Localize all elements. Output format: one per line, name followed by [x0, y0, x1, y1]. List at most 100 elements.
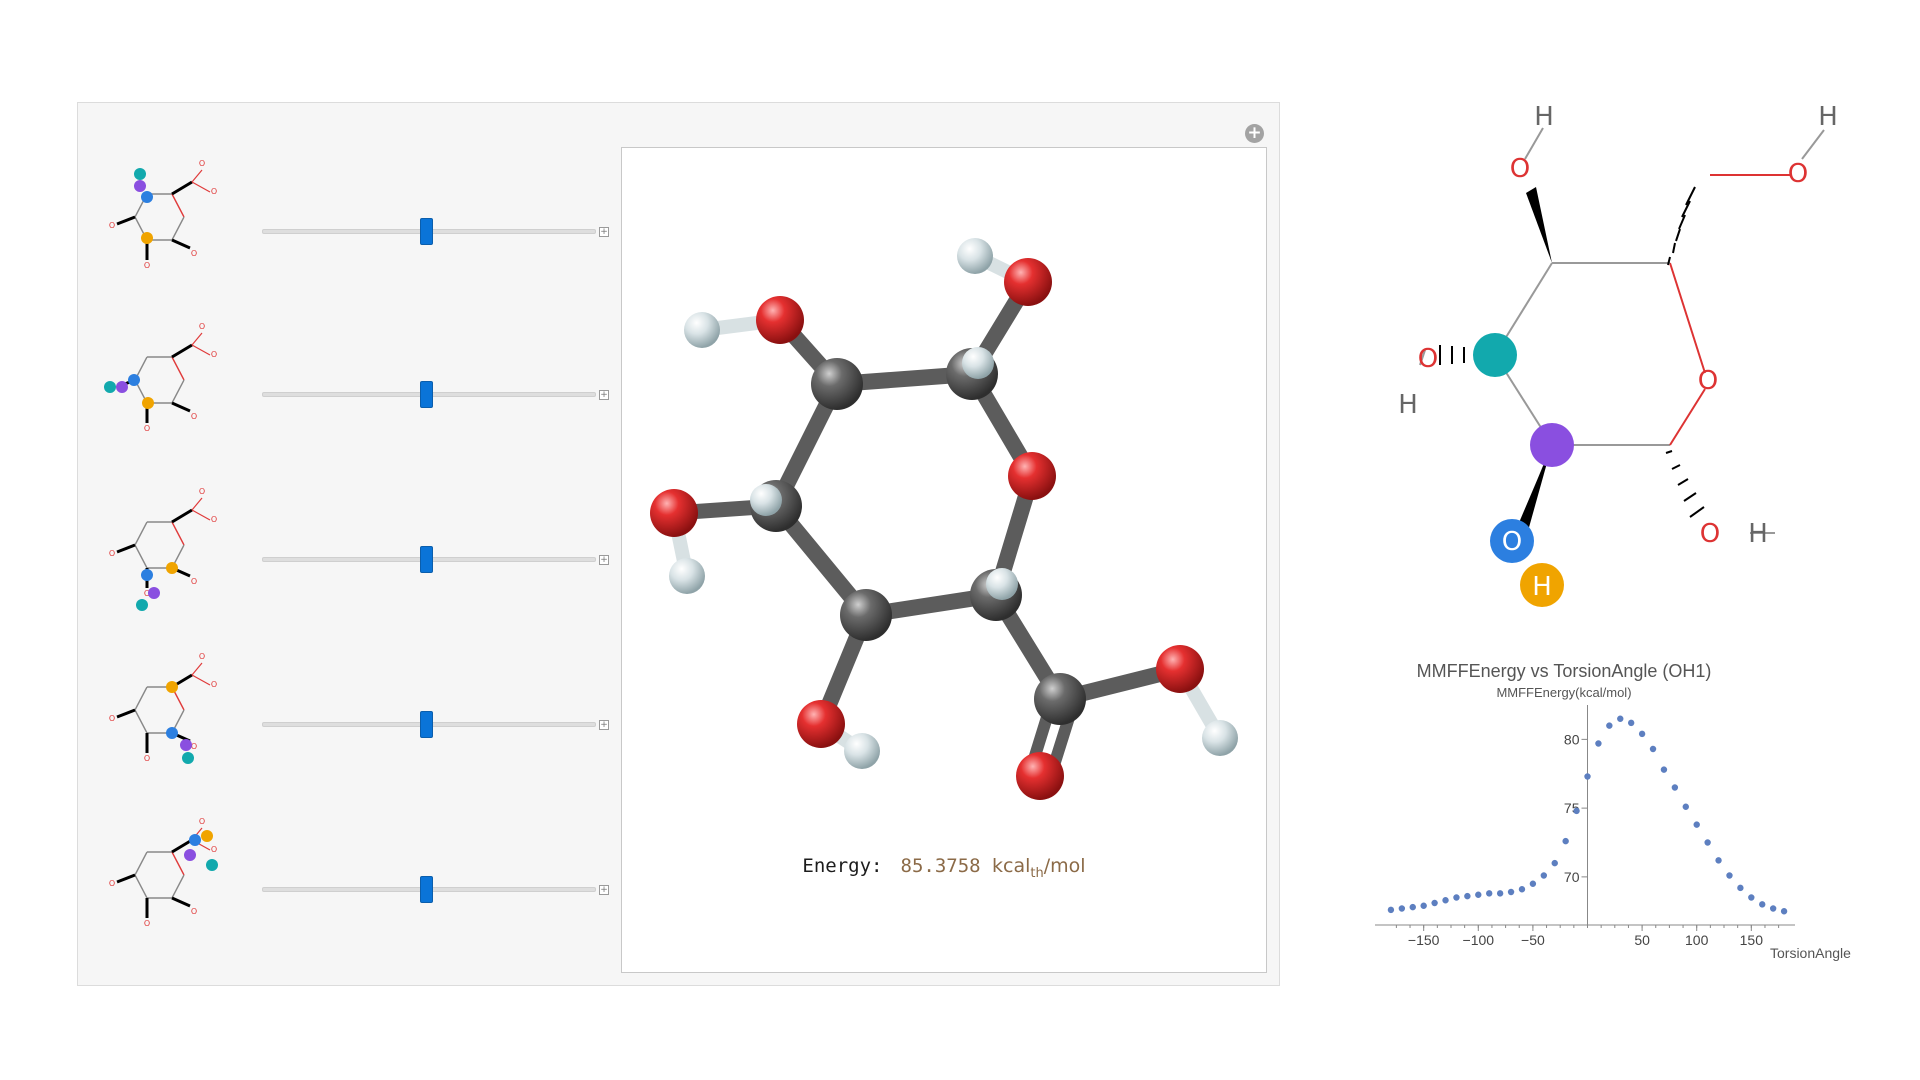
highlight-atom: [206, 859, 218, 871]
data-point: [1627, 719, 1635, 727]
control-row: OOOOO +: [77, 152, 617, 302]
atom-label: O: [211, 845, 217, 854]
highlight-atom: [182, 752, 194, 764]
data-point: [1464, 892, 1471, 900]
x-tick-label: 100: [1685, 932, 1709, 948]
data-point: [1486, 890, 1493, 897]
atom-h: H: [1532, 572, 1552, 602]
control-row: OOOOO +: [77, 480, 617, 630]
atom-label: O: [109, 549, 115, 558]
add-icon[interactable]: +: [1245, 124, 1264, 143]
data-point: [1442, 897, 1449, 904]
highlight-atom: [166, 727, 178, 739]
y-tick-label: 80: [1564, 731, 1580, 747]
slider-thumb[interactable]: [420, 381, 433, 408]
data-point: [1420, 902, 1427, 909]
expand-icon[interactable]: +: [599, 227, 609, 237]
expand-icon[interactable]: +: [599, 885, 609, 895]
chart-title: MMFFEnergy vs TorsionAngle (OH1): [1417, 661, 1712, 681]
data-point: [1715, 857, 1722, 864]
thumbnail-structure: OOOOO: [104, 322, 217, 433]
molecule-thumbnail[interactable]: O O O O O: [92, 810, 242, 960]
molecule-3d-viewer[interactable]: Energy: 85.3758 kcalth/mol: [621, 147, 1267, 973]
x-tick-label: 150: [1740, 932, 1764, 948]
data-point: [1409, 903, 1416, 911]
data-point: [1682, 803, 1689, 810]
expand-icon[interactable]: +: [599, 390, 609, 400]
highlight-atom: [104, 381, 116, 393]
highlight-atom: [189, 834, 201, 846]
ball-and-stick-model[interactable]: [622, 148, 1266, 828]
data-point: [1769, 905, 1777, 912]
data-point: [1398, 905, 1406, 912]
atom-label: O: [191, 412, 197, 421]
data-point: [1551, 859, 1558, 867]
data-point: [1518, 886, 1526, 893]
data-point: [1606, 722, 1613, 729]
highlight-atom: [141, 191, 153, 203]
atom-label: O: [211, 515, 217, 524]
thumbnail-structure: OOOOO: [109, 159, 217, 270]
highlight-atom: [166, 681, 178, 693]
energy-readout: Energy: 85.3758 kcalth/mol: [622, 855, 1266, 881]
atom-o: O: [1418, 344, 1438, 374]
molecule-thumbnail[interactable]: OOOOO: [92, 152, 242, 302]
data-point: [1496, 890, 1504, 897]
data-point: [1617, 715, 1624, 722]
data-point: [1595, 740, 1602, 747]
data-point: [1387, 906, 1395, 914]
expand-icon[interactable]: +: [599, 720, 609, 730]
data-point: [1671, 784, 1679, 791]
highlight-atom: [141, 569, 153, 581]
atom-label: O: [144, 919, 150, 928]
data-point: [1431, 899, 1438, 907]
slider-thumb[interactable]: [420, 546, 433, 573]
control-row: OOOOO +: [77, 315, 617, 465]
y-axis-label: MMFFEnergy(kcal/mol): [1496, 685, 1631, 700]
atom-label: O: [109, 714, 115, 723]
atom-label: O: [199, 159, 205, 168]
thumbnail-structure: O O O O O: [109, 817, 218, 928]
molecule-thumbnail[interactable]: OOOOO: [92, 480, 242, 630]
atom-label: O: [109, 879, 115, 888]
slider-thumb[interactable]: [420, 218, 433, 245]
slider-thumb[interactable]: [420, 876, 433, 903]
highlight-atom: [136, 599, 148, 611]
thumbnail-structure: OOOOO: [109, 652, 217, 764]
data-point: [1737, 884, 1744, 892]
atom-o: O: [1502, 527, 1522, 557]
control-row: O O O O O +: [77, 810, 617, 960]
data-point: [1573, 807, 1580, 815]
highlight-atom: [128, 374, 140, 386]
highlight-atom: [184, 849, 196, 861]
expand-icon[interactable]: +: [599, 555, 609, 565]
atom-label: O: [199, 487, 205, 496]
molecule-2d-structure: H O H O O H O O H O H: [1398, 102, 1838, 607]
data-point: [1507, 888, 1515, 896]
energy-value: 85.3758: [900, 855, 981, 877]
highlight-atom: [142, 397, 154, 409]
data-point: [1780, 908, 1788, 915]
atom-label: O: [211, 680, 217, 689]
molecule-thumbnail[interactable]: OOOOO: [92, 645, 242, 795]
molecule-thumbnail[interactable]: OOOOO: [92, 315, 242, 465]
highlight-atom: [166, 562, 178, 574]
highlight-atom: [180, 739, 192, 751]
atom-h: H: [1818, 102, 1838, 132]
data-point: [1584, 773, 1591, 780]
atom-label: O: [144, 424, 150, 433]
atom-h: H: [1748, 519, 1768, 549]
highlight-atom: [134, 168, 146, 180]
atom-label: O: [211, 350, 217, 359]
x-tick-label: 50: [1634, 932, 1650, 948]
atom-label: O: [191, 907, 197, 916]
data-point: [1693, 821, 1700, 828]
atom-label: O: [199, 817, 205, 826]
atom-h: H: [1398, 390, 1418, 420]
slider-thumb[interactable]: [420, 711, 433, 738]
atom-label: O: [191, 249, 197, 258]
atom-label: O: [199, 652, 205, 661]
x-tick-label: −150: [1408, 932, 1440, 948]
highlight-atom: [141, 232, 153, 244]
atom-label: O: [144, 754, 150, 763]
